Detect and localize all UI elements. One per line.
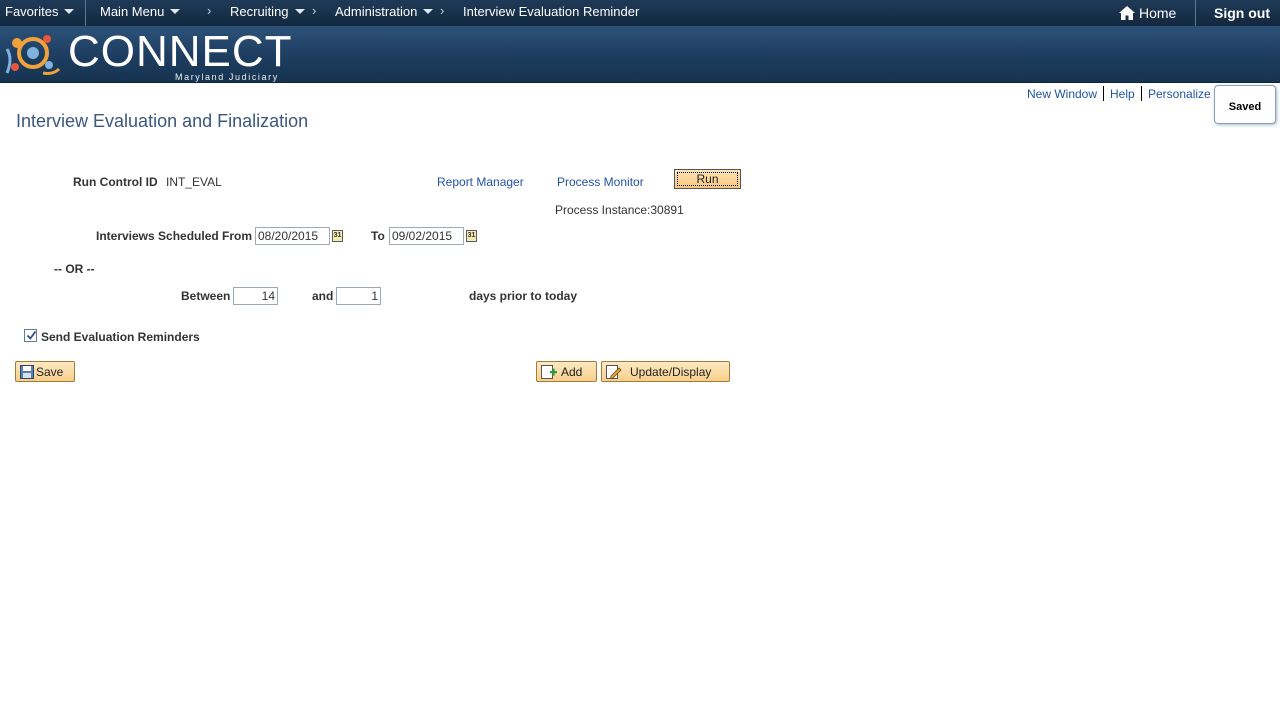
- favorites-label: Favorites: [5, 4, 59, 19]
- nav-divider: [85, 0, 86, 26]
- save-button[interactable]: Save: [15, 361, 75, 382]
- save-button-label: Save: [36, 365, 64, 379]
- logo-text: CONNECT: [68, 27, 293, 76]
- update-display-button[interactable]: Update/Display: [601, 361, 730, 382]
- home-link[interactable]: Home: [1119, 5, 1176, 21]
- process-monitor-link[interactable]: Process Monitor: [557, 175, 644, 189]
- breadcrumb-label: Administration: [335, 4, 418, 19]
- add-button[interactable]: Add: [536, 361, 597, 382]
- run-button[interactable]: Run: [674, 169, 741, 189]
- run-control-id-label: Run Control ID: [73, 175, 158, 189]
- breadcrumb-chevron-icon: ›: [312, 3, 317, 18]
- send-evaluation-reminders-checkbox[interactable]: [24, 329, 37, 342]
- sign-out-link[interactable]: Sign out: [1214, 5, 1270, 21]
- breadcrumb-administration[interactable]: Administration: [335, 4, 434, 19]
- link-divider: [1141, 86, 1142, 101]
- or-separator-label: -- OR --: [54, 262, 95, 276]
- update-display-button-label: Update/Display: [630, 365, 712, 379]
- favorites-menu[interactable]: Favorites: [5, 4, 75, 19]
- sign-out-label: Sign out: [1214, 5, 1270, 21]
- interviews-from-label: Interviews Scheduled From: [96, 229, 253, 243]
- logo-subtext: Maryland Judiciary: [175, 72, 279, 82]
- send-evaluation-reminders-label: Send Evaluation Reminders: [41, 330, 200, 344]
- top-navigation-bar: Favorites Main Menu › Recruiting › Admin…: [0, 0, 1280, 26]
- main-menu[interactable]: Main Menu: [100, 4, 181, 19]
- edit-page-icon: [606, 365, 622, 379]
- nav-divider: [1195, 0, 1196, 26]
- main-menu-label: Main Menu: [100, 4, 165, 19]
- new-window-link[interactable]: New Window: [1027, 87, 1097, 101]
- home-icon: [1119, 6, 1135, 20]
- chevron-down-icon: [294, 9, 305, 14]
- days-prior-label: days prior to today: [469, 289, 578, 303]
- checkmark-icon: [26, 330, 37, 340]
- breadcrumb-chevron-icon: ›: [207, 3, 212, 18]
- chevron-down-icon: [170, 9, 181, 14]
- between-label: Between: [181, 289, 231, 303]
- and-label: and: [312, 289, 334, 303]
- header-banner: CONNECT Maryland Judiciary: [0, 26, 1280, 83]
- report-manager-link[interactable]: Report Manager: [437, 175, 524, 189]
- from-date-input[interactable]: [255, 227, 330, 245]
- process-instance-text: Process Instance:30891: [555, 203, 684, 217]
- breadcrumb-label: Interview Evaluation Reminder: [463, 4, 640, 19]
- chevron-down-icon: [64, 9, 75, 14]
- breadcrumb-chevron-icon: ›: [440, 3, 445, 18]
- and-days-input[interactable]: [336, 287, 381, 305]
- connect-logo-icon: [5, 35, 61, 75]
- run-control-id-value: INT_EVAL: [166, 175, 222, 189]
- chevron-down-icon: [423, 9, 434, 14]
- breadcrumb-current-page: Interview Evaluation Reminder: [463, 4, 639, 19]
- calendar-icon[interactable]: 31: [332, 230, 343, 242]
- to-date-input[interactable]: [389, 227, 464, 245]
- page-title: Interview Evaluation and Finalization: [16, 111, 309, 131]
- home-label: Home: [1139, 5, 1177, 21]
- add-button-label: Add: [561, 365, 583, 379]
- breadcrumb-label: Recruiting: [230, 4, 289, 19]
- help-link[interactable]: Help: [1110, 87, 1135, 101]
- personalize-link[interactable]: Personalize: [1148, 87, 1211, 101]
- to-date-label: To: [371, 229, 385, 243]
- breadcrumb-recruiting[interactable]: Recruiting: [230, 4, 305, 19]
- calendar-icon[interactable]: 31: [466, 230, 477, 242]
- save-disk-icon: [20, 365, 34, 379]
- add-page-icon: [541, 365, 557, 379]
- saved-status-popup: Saved: [1214, 85, 1276, 124]
- link-divider: [1103, 86, 1104, 101]
- between-days-input[interactable]: [233, 287, 278, 305]
